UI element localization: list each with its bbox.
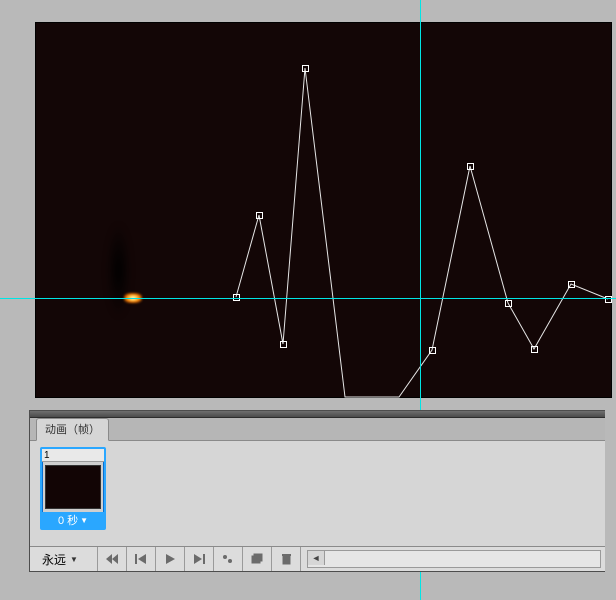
scroll-left-icon[interactable]: ◄ — [308, 551, 325, 565]
anchor-handle[interactable] — [467, 163, 474, 170]
tween-button[interactable] — [214, 547, 243, 571]
loop-selector[interactable]: 永远 ▼ — [34, 547, 98, 571]
frame-duration-selector[interactable]: 0 秒 ▼ — [42, 512, 104, 528]
anchor-handle[interactable] — [429, 347, 436, 354]
anchor-handle[interactable] — [302, 65, 309, 72]
animation-panel: 动画（帧） 1 0 秒 ▼ 永远 ▼ — [29, 410, 605, 572]
delete-frame-button[interactable] — [272, 547, 301, 571]
frame-duration-label: 0 秒 — [58, 512, 78, 528]
animation-controls: 永远 ▼ ◄ — [30, 546, 605, 571]
frames-scrollbar[interactable]: ◄ — [307, 550, 601, 568]
pen-path[interactable] — [36, 23, 611, 397]
anchor-handle[interactable] — [531, 346, 538, 353]
tab-animation-frames[interactable]: 动画（帧） — [36, 418, 109, 441]
loop-label: 永远 — [42, 551, 66, 568]
canvas[interactable] — [35, 22, 612, 398]
frame-thumbnail — [45, 465, 101, 509]
play-button[interactable] — [156, 547, 185, 571]
anchor-handle[interactable] — [233, 294, 240, 301]
anchor-handle[interactable] — [605, 296, 612, 303]
frame-index: 1 — [44, 450, 50, 461]
next-frame-button[interactable] — [185, 547, 214, 571]
chevron-down-icon: ▼ — [70, 555, 78, 564]
panel-tabs: 动画（帧） — [30, 418, 605, 441]
panel-grip[interactable] — [30, 411, 605, 418]
anchor-handle[interactable] — [280, 341, 287, 348]
anchor-handle[interactable] — [505, 300, 512, 307]
prev-frame-button[interactable] — [127, 547, 156, 571]
anchor-handle[interactable] — [568, 281, 575, 288]
duplicate-frame-button[interactable] — [243, 547, 272, 571]
frame-thumb-1[interactable]: 1 0 秒 ▼ — [40, 447, 106, 530]
anchor-handle[interactable] — [256, 212, 263, 219]
first-frame-button[interactable] — [98, 547, 127, 571]
chevron-down-icon: ▼ — [80, 516, 88, 525]
frames-strip: 1 0 秒 ▼ — [30, 441, 605, 546]
